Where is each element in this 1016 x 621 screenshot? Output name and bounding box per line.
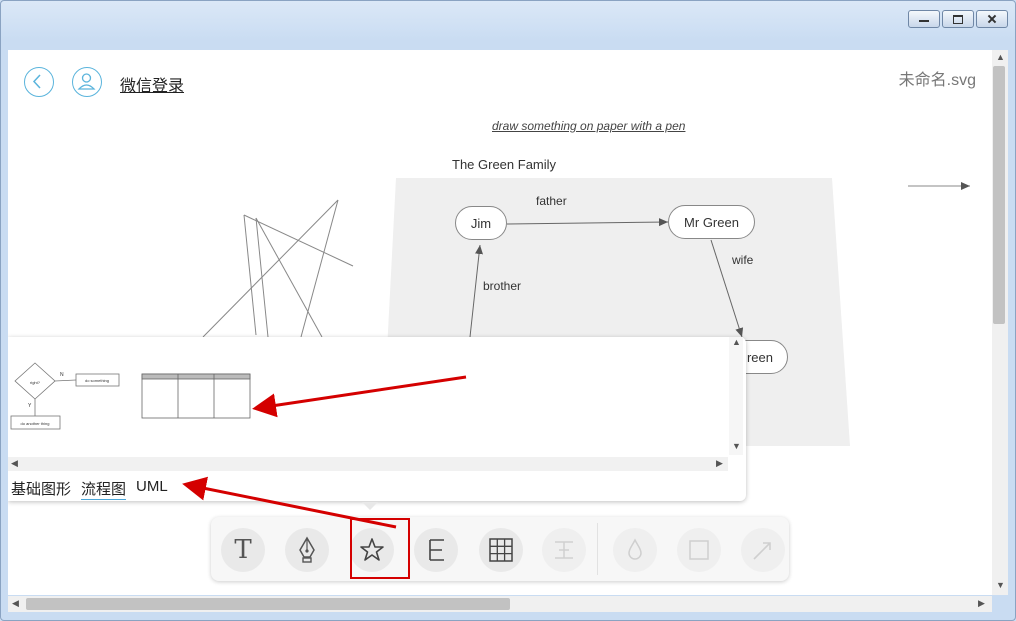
grid-table-icon xyxy=(489,538,513,562)
mindmap-tool[interactable] xyxy=(414,528,458,572)
align-tool[interactable] xyxy=(542,528,586,572)
align-icon xyxy=(555,541,573,559)
panel-pointer xyxy=(362,502,378,510)
thumb-yes-text: Y xyxy=(28,403,32,409)
arrow-line-icon xyxy=(753,542,771,560)
tab-basic-shapes[interactable]: 基础图形 xyxy=(11,478,71,500)
drop-icon xyxy=(628,538,642,560)
swimlane-thumbnail xyxy=(141,373,251,419)
thumb-decision-text: right? xyxy=(30,380,41,385)
canvas-area[interactable]: 微信登录 未命名.svg draw something on paper wit… xyxy=(8,50,992,595)
horizontal-scrollbar[interactable]: ◀ ▶ xyxy=(8,596,992,612)
toolbar-separator xyxy=(597,523,598,575)
table-tool[interactable] xyxy=(479,528,523,572)
flowchart-thumbnail xyxy=(10,362,120,430)
thumb-other-text: do another thing xyxy=(21,421,50,426)
bottom-toolbar: T xyxy=(211,517,789,581)
node-jim[interactable]: Jim xyxy=(455,206,507,240)
drawing-layer xyxy=(202,178,970,446)
thumb-action-text: do something xyxy=(85,378,109,383)
edge-label-brother: brother xyxy=(483,279,522,293)
text-tool[interactable]: T xyxy=(221,528,265,572)
close-icon[interactable] xyxy=(976,10,1008,28)
shape-thumbnails: right? do something do another thing N Y xyxy=(10,362,251,430)
fill-tool[interactable] xyxy=(613,528,657,572)
minimize-icon[interactable] xyxy=(908,10,940,28)
panel-horizontal-scrollbar[interactable]: ◀ ▶ xyxy=(8,457,728,471)
edge-label-father: father xyxy=(536,194,567,208)
panel-vertical-scrollbar[interactable]: ▲ ▼ xyxy=(729,337,743,455)
node-mr-green[interactable]: Mr Green xyxy=(668,205,755,239)
restore-icon[interactable] xyxy=(942,10,974,28)
title-bar xyxy=(0,0,1016,36)
thumb-no-text: N xyxy=(60,372,64,378)
tab-flowchart[interactable]: 流程图 xyxy=(81,478,127,500)
shape-category-tabs: 基础图形 流程图 UML xyxy=(11,478,168,500)
pen-scribble xyxy=(202,199,354,338)
square-icon xyxy=(689,540,709,560)
line-tool[interactable] xyxy=(741,528,785,572)
annotation-highlight-box xyxy=(350,518,410,579)
pen-tool[interactable] xyxy=(285,528,329,572)
vertical-scrollbar[interactable]: ▲ ▼ xyxy=(992,50,1008,595)
shape-library-panel: right? do something do another thing N Y… xyxy=(8,337,746,501)
mindmap-branch-icon xyxy=(429,539,444,561)
edge-label-wife: wife xyxy=(732,253,754,267)
horizontal-scroll-thumb[interactable] xyxy=(26,598,510,610)
window-controls xyxy=(908,10,1008,28)
text-T-icon: T xyxy=(234,535,252,565)
vertical-scroll-thumb[interactable] xyxy=(993,66,1005,324)
pen-nib-icon xyxy=(299,536,315,563)
tab-uml[interactable]: UML xyxy=(136,478,168,500)
border-tool[interactable] xyxy=(677,528,721,572)
